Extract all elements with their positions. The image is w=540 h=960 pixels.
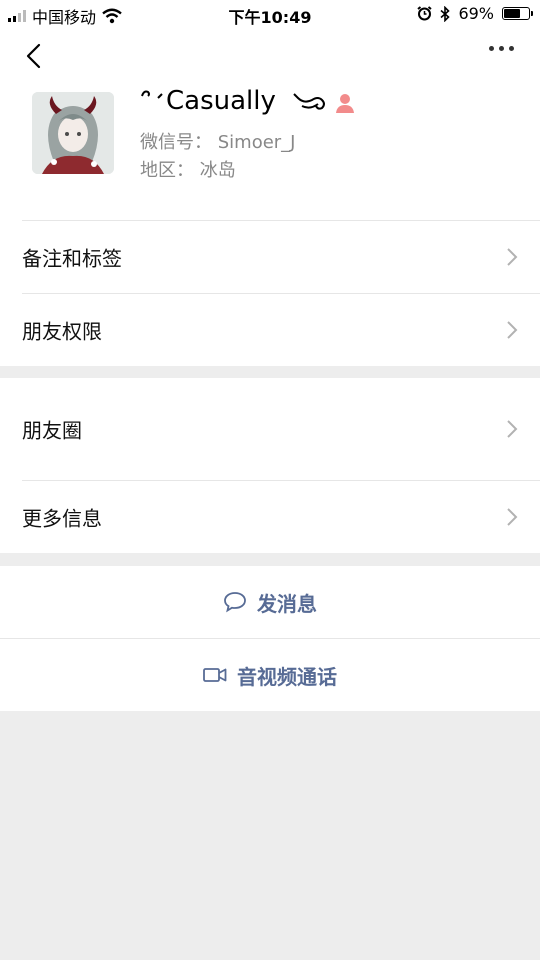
video-call-label: 音视频通话 (237, 664, 337, 689)
chevron-right-icon (507, 420, 518, 438)
status-bar-right: 69% (417, 4, 533, 23)
video-call-button[interactable]: 音视频通话 (0, 639, 540, 711)
alarm-icon (417, 6, 433, 21)
bluetooth-icon (440, 5, 451, 22)
chevron-right-icon (507, 248, 518, 266)
menu-item-friend-permissions[interactable]: 朋友权限 (0, 294, 540, 366)
chevron-right-icon (507, 508, 518, 526)
status-bar: 中国移动 下午10:49 69% (0, 0, 540, 28)
profile-name-text: Casually (166, 86, 276, 116)
video-camera-icon (203, 668, 227, 682)
menu-group-2: 朋友圈 更多信息 (0, 378, 540, 553)
avatar[interactable] (32, 92, 114, 174)
wechat-id-value: Simoer_J (217, 132, 296, 153)
profile-header: Casually 微信号： Simoer_J 地区： 冰岛 (0, 28, 540, 220)
wechat-id-row: 微信号： Simoer_J (140, 128, 296, 154)
gender-icon (336, 94, 354, 113)
menu-item-label: 备注和标签 (22, 246, 122, 271)
region-value: 冰岛 (199, 160, 236, 181)
send-message-label: 发消息 (257, 591, 317, 616)
region-label: 地区： (140, 160, 194, 181)
name-decoration-left (141, 90, 163, 99)
chat-bubble-icon (224, 592, 246, 613)
menu-item-label: 朋友圈 (22, 418, 82, 443)
menu-item-label: 朋友权限 (22, 319, 102, 344)
menu-item-more-info[interactable]: 更多信息 (0, 481, 540, 553)
menu-group-1: 备注和标签 朋友权限 (0, 220, 540, 366)
menu-item-label: 更多信息 (22, 506, 102, 531)
action-group: 发消息 音视频通话 (0, 566, 540, 711)
chevron-right-icon (507, 321, 518, 339)
avatar-image (32, 92, 114, 174)
back-button[interactable] (22, 42, 46, 70)
name-decoration-right (293, 92, 326, 110)
menu-item-remarks-tags[interactable]: 备注和标签 (0, 221, 540, 293)
menu-item-moments[interactable]: 朋友圈 (0, 378, 540, 480)
more-button[interactable] (489, 46, 514, 51)
battery-percent: 69% (458, 4, 494, 23)
battery-icon (502, 7, 533, 20)
profile-name: Casually (140, 86, 332, 116)
wechat-id-label: 微信号： (140, 132, 212, 153)
send-message-button[interactable]: 发消息 (0, 566, 540, 638)
region-row: 地区： 冰岛 (140, 156, 236, 182)
